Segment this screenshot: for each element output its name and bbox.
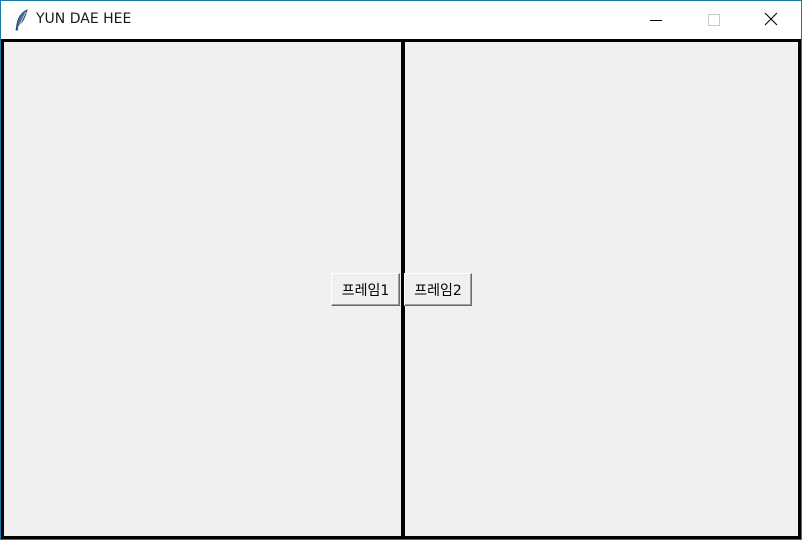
close-button[interactable] <box>748 1 794 39</box>
app-window: YUN DAE HEE 프레임1 프레임2 <box>0 0 802 540</box>
feather-icon <box>13 9 31 31</box>
frame2-button[interactable]: 프레임2 <box>404 273 472 306</box>
title-bar[interactable]: YUN DAE HEE <box>1 1 801 39</box>
minimize-icon <box>650 11 662 30</box>
window-title: YUN DAE HEE <box>36 11 132 27</box>
frame1-button[interactable]: 프레임1 <box>331 273 400 306</box>
maximize-icon <box>708 11 720 30</box>
maximize-button[interactable] <box>691 1 737 39</box>
client-area: 프레임1 프레임2 <box>1 39 801 539</box>
minimize-button[interactable] <box>633 1 679 39</box>
close-icon <box>764 11 778 30</box>
